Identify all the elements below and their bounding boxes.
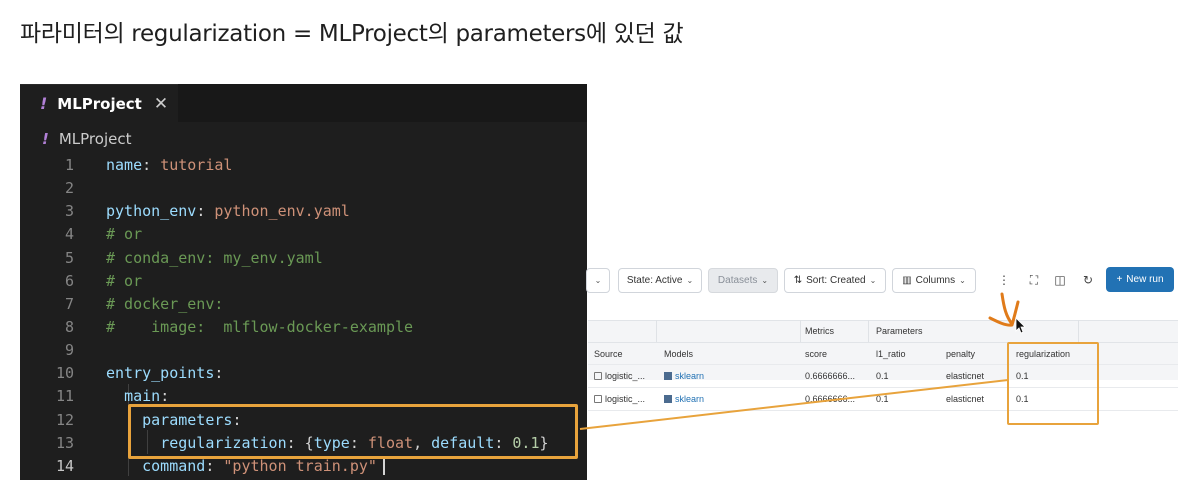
- yaml-file-icon: !: [42, 130, 49, 148]
- tab-mlproject[interactable]: ! MLProject ✕: [20, 84, 178, 122]
- parameters-highlight-box: [128, 404, 578, 459]
- column-header-penalty[interactable]: penalty: [946, 349, 975, 359]
- chevron-down-icon: ⌄: [959, 276, 966, 285]
- column-header-l1-ratio[interactable]: l1_ratio: [876, 349, 906, 359]
- table-row-l1-ratio: 0.1: [876, 371, 889, 381]
- columns-icon: ▥: [902, 275, 912, 286]
- filter-dropdown-partial[interactable]: ⌄: [586, 268, 610, 293]
- new-run-button[interactable]: + New run: [1106, 267, 1174, 292]
- more-options-icon[interactable]: ⋮: [994, 270, 1014, 290]
- code-line: 5 # conda_env: my_env.yaml: [64, 248, 323, 267]
- slide-title: 파라미터의 regularization = MLProject의 parame…: [20, 21, 684, 47]
- regularization-highlight-box: [1007, 342, 1099, 425]
- table-row-score: 0.6666666...: [805, 394, 856, 404]
- table-row-penalty: elasticnet: [946, 394, 985, 404]
- breadcrumb[interactable]: ! MLProject: [42, 130, 131, 148]
- column-header-score[interactable]: score: [805, 349, 827, 359]
- text-cursor: [382, 457, 385, 476]
- code-line: 7 # docker_env:: [64, 294, 224, 313]
- code-editor: ! MLProject ✕ ! MLProject 1 name: tutoria…: [20, 84, 587, 480]
- model-icon: [664, 395, 672, 403]
- code-source-icon: [594, 395, 602, 403]
- yaml-file-icon: !: [40, 94, 48, 113]
- refresh-icon[interactable]: ↻: [1078, 270, 1098, 290]
- column-header-source[interactable]: Source: [594, 349, 623, 359]
- code-line: 9: [64, 341, 74, 360]
- columns-dropdown[interactable]: ▥ Columns ⌄: [892, 268, 976, 293]
- column-header-models[interactable]: Models: [664, 349, 693, 359]
- table-row-penalty: elasticnet: [946, 371, 985, 381]
- code-line: 3 python_env: python_env.yaml: [64, 202, 350, 221]
- sidebar-toggle-icon[interactable]: ◫: [1050, 270, 1070, 290]
- code-line: 8 # image: mlflow-docker-example: [64, 317, 414, 336]
- plus-icon: +: [1116, 274, 1123, 285]
- group-header-parameters: Parameters: [876, 326, 923, 336]
- group-header-metrics: Metrics: [805, 326, 834, 336]
- table-row-l1-ratio: 0.1: [876, 394, 889, 404]
- table-row-model[interactable]: sklearn: [664, 371, 704, 381]
- model-icon: [664, 372, 672, 380]
- tab-label: MLProject: [57, 94, 142, 113]
- datasets-dropdown[interactable]: Datasets ⌄: [708, 268, 778, 293]
- code-line: 4 # or: [64, 225, 143, 244]
- expand-icon[interactable]: ⛶: [1024, 270, 1044, 290]
- state-filter-dropdown[interactable]: State: Active ⌄: [618, 268, 702, 293]
- chevron-down-icon: ⌄: [761, 276, 769, 285]
- table-row-score: 0.6666666...: [805, 371, 856, 381]
- code-line: 1 name: tutorial: [64, 156, 233, 174]
- breadcrumb-label: MLProject: [58, 130, 132, 148]
- code-line: 6 # or: [64, 271, 143, 290]
- chevron-down-icon: ⌄: [869, 276, 877, 285]
- sort-icon: ⇅: [793, 275, 803, 286]
- close-icon[interactable]: ✕: [154, 94, 168, 114]
- editor-tabbar: ! MLProject ✕: [20, 84, 587, 122]
- code-line: 10 entry_points:: [55, 364, 224, 383]
- table-row-source[interactable]: logistic_...: [594, 371, 645, 381]
- chevron-down-icon: ⌄: [686, 276, 694, 285]
- code-source-icon: [594, 372, 602, 380]
- sort-dropdown[interactable]: ⇅ Sort: Created ⌄: [784, 268, 886, 293]
- table-row-source[interactable]: logistic_...: [594, 394, 645, 404]
- code-line: 2: [64, 179, 74, 198]
- table-row-model[interactable]: sklearn: [664, 394, 704, 404]
